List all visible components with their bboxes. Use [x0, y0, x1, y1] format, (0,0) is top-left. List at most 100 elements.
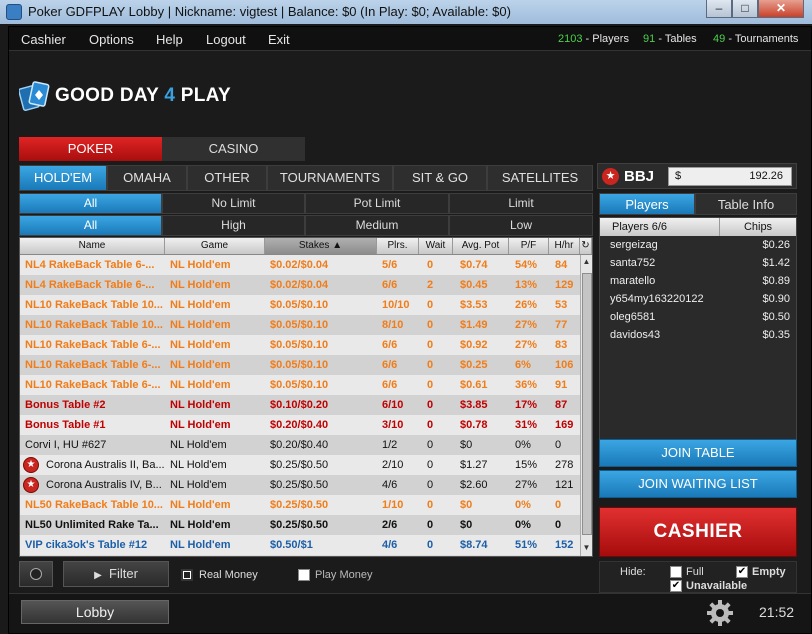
- table-row[interactable]: NL50 Unlimited Rake Ta... NL Hold'em $0.25…: [20, 515, 580, 535]
- table-row[interactable]: Bonus Table #1 NL Hold'em $0.20/$0.40 3/10 0…: [20, 415, 580, 435]
- table-cell: 0%: [515, 499, 531, 511]
- table-cell: $1.49: [460, 319, 488, 331]
- filter-medium[interactable]: Medium: [305, 215, 449, 236]
- filter-pot-limit[interactable]: Pot Limit: [305, 193, 449, 214]
- filter-stakes-all[interactable]: All: [19, 215, 162, 236]
- filter-toggle[interactable]: [19, 561, 53, 587]
- menu-cashier[interactable]: Cashier: [21, 32, 66, 47]
- refresh-icon[interactable]: ↻: [580, 238, 592, 254]
- player-row[interactable]: oleg6581 $0.50: [600, 308, 796, 326]
- menu-help[interactable]: Help: [156, 32, 183, 47]
- table-cell: $0.25/$0.50: [270, 459, 329, 471]
- tab-poker[interactable]: POKER: [19, 137, 162, 161]
- tab-sit-go[interactable]: SIT & GO: [393, 165, 487, 191]
- table-row[interactable]: NL10 RakeBack Table 10... NL Hold'em $0.05…: [20, 315, 580, 335]
- col-stakes[interactable]: Stakes ▲: [265, 238, 377, 254]
- player-chips: $0.89: [762, 275, 790, 287]
- table-cell: 0: [427, 359, 434, 371]
- table-row[interactable]: VIP cika3ok's Table #12 NL Hold'em $0.50/$…: [20, 535, 580, 555]
- real-money-checkbox[interactable]: [181, 569, 193, 581]
- table-row[interactable]: Corvi I, HU #627 NL Hold'em $0.20/$0.40 1/2…: [20, 435, 580, 455]
- logo-text-a: GOOD DAY: [55, 85, 165, 106]
- col-players-count[interactable]: Players 6/6: [600, 218, 720, 236]
- player-row[interactable]: y654my163220122 $0.90: [600, 290, 796, 308]
- col-hhr[interactable]: H/hr: [549, 238, 580, 254]
- scroll-up-icon[interactable]: ▲: [581, 255, 592, 269]
- col-wait[interactable]: Wait: [419, 238, 453, 254]
- menu-bar: Cashier Options Help Logout Exit 2103 - …: [9, 27, 811, 51]
- filter-button[interactable]: ▶ Filter: [63, 561, 169, 587]
- hide-unavailable-checkbox[interactable]: ✔: [670, 580, 682, 592]
- table-row[interactable]: NL10 RakeBack Table 6-... NL Hold'em $0.05…: [20, 335, 580, 355]
- table-cell: NL Hold'em: [170, 279, 231, 291]
- col-game[interactable]: Game: [165, 238, 265, 254]
- col-name[interactable]: Name: [20, 238, 165, 254]
- lobby-button[interactable]: Lobby: [21, 600, 169, 624]
- hide-full-checkbox[interactable]: [670, 566, 682, 578]
- filter-high[interactable]: High: [162, 215, 305, 236]
- filter-no-limit[interactable]: No Limit: [162, 193, 305, 214]
- table-cell: 10/10: [382, 299, 410, 311]
- scroll-down-icon[interactable]: ▼: [581, 541, 592, 555]
- table-cell: NL Hold'em: [170, 299, 231, 311]
- player-row[interactable]: santa752 $1.42: [600, 254, 796, 272]
- play-money-checkbox[interactable]: [298, 569, 310, 581]
- table-row[interactable]: NL4 RakeBack Table 6-... NL Hold'em $0.02/…: [20, 255, 580, 275]
- table-row[interactable]: NL10 RakeBack Table 10... NL Hold'em $0.05…: [20, 295, 580, 315]
- table-row[interactable]: NL10 RakeBack Table 6-... NL Hold'em $0.05…: [20, 375, 580, 395]
- logo-text-b: 4: [164, 85, 176, 106]
- tab-satellites[interactable]: SATELLITES: [487, 165, 593, 191]
- hide-empty-checkbox[interactable]: ✔: [736, 566, 748, 578]
- tab-other[interactable]: OTHER: [187, 165, 267, 191]
- table-cell: 5/6: [382, 259, 398, 271]
- join-waiting-list-button[interactable]: JOIN WAITING LIST: [599, 470, 797, 498]
- table-cell: NL10 RakeBack Table 6-...: [25, 339, 161, 351]
- player-name: oleg6581: [610, 311, 656, 323]
- gear-icon[interactable]: [705, 598, 735, 628]
- player-row[interactable]: maratello $0.89: [600, 272, 796, 290]
- close-button[interactable]: ✕: [758, 0, 804, 18]
- table-cell: 91: [555, 379, 568, 391]
- filter-limit[interactable]: Limit: [449, 193, 593, 214]
- table-row[interactable]: ★ Corona Australis II, Ba... NL Hold'em $0.…: [20, 455, 580, 475]
- col-players[interactable]: Plrs.: [377, 238, 419, 254]
- table-row[interactable]: NL50 RakeBack Table 10... NL Hold'em $0.25…: [20, 495, 580, 515]
- col-chips[interactable]: Chips: [720, 218, 796, 236]
- player-row[interactable]: davidos43 $0.35: [600, 326, 796, 344]
- tab-table-info[interactable]: Table Info: [695, 193, 797, 215]
- scroll-thumb[interactable]: [582, 273, 592, 535]
- menu-options[interactable]: Options: [89, 32, 134, 47]
- tab-players[interactable]: Players: [599, 193, 695, 215]
- maximize-button[interactable]: □: [732, 0, 758, 18]
- table-cell: 0: [427, 459, 434, 471]
- tables-scrollbar[interactable]: ▲ ▼: [580, 255, 592, 556]
- join-table-button[interactable]: JOIN TABLE: [599, 439, 797, 467]
- table-cell: NL Hold'em: [170, 259, 231, 271]
- col-pf[interactable]: P/F: [509, 238, 549, 254]
- table-cell: $2.60: [460, 479, 488, 491]
- menu-logout[interactable]: Logout: [206, 32, 246, 47]
- player-row[interactable]: sergeizag $0.26: [600, 236, 796, 254]
- table-cell: VIP cika3ok's Table #12: [25, 539, 148, 551]
- filter-low[interactable]: Low: [449, 215, 593, 236]
- table-row[interactable]: Bonus Table #2 NL Hold'em $0.10/$0.20 6/10 0…: [20, 395, 580, 415]
- table-cell: 0: [555, 519, 562, 531]
- table-cell: $8.74: [460, 539, 488, 551]
- minimize-button[interactable]: –: [706, 0, 732, 18]
- col-avg-pot[interactable]: Avg. Pot: [453, 238, 509, 254]
- table-row[interactable]: NL4 RakeBack Table 6-... NL Hold'em $0.02/…: [20, 275, 580, 295]
- filter-limit-all[interactable]: All: [19, 193, 162, 214]
- star-icon: ★: [23, 477, 39, 493]
- tab-holdem[interactable]: HOLD'EM: [19, 165, 107, 191]
- table-row[interactable]: NL10 RakeBack Table 6-... NL Hold'em $0.05…: [20, 355, 580, 375]
- table-cell: Corvi I, HU #627: [25, 439, 107, 451]
- menu-exit[interactable]: Exit: [268, 32, 290, 47]
- cashier-button[interactable]: CASHIER: [599, 507, 797, 557]
- table-row[interactable]: ★ Corona Australis IV, B... NL Hold'em $0.2…: [20, 475, 580, 495]
- footer-bar: Lobby 21:52: [9, 593, 811, 633]
- tab-tournaments[interactable]: TOURNAMENTS: [267, 165, 393, 191]
- table-cell: 1/2: [382, 439, 398, 451]
- tab-omaha[interactable]: OMAHA: [107, 165, 187, 191]
- table-cell: $0.05/$0.10: [270, 299, 329, 311]
- tab-casino[interactable]: CASINO: [162, 137, 305, 161]
